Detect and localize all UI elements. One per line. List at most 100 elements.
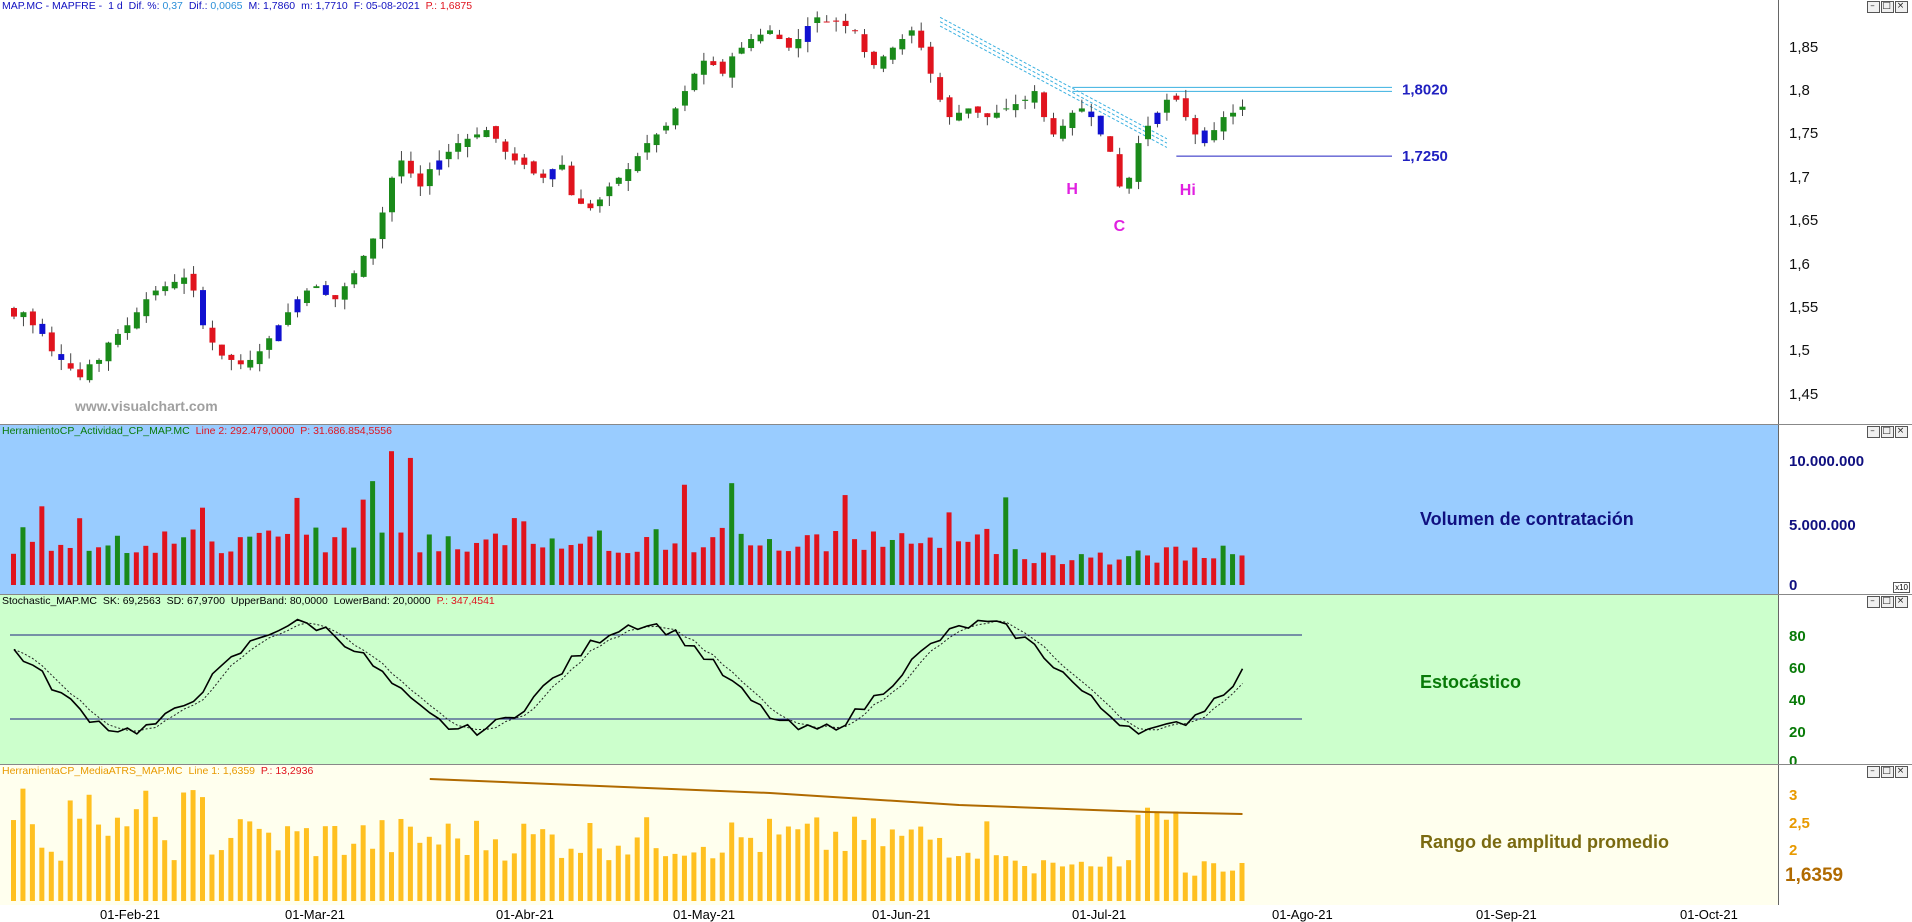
atr-bar — [776, 834, 782, 901]
close-icon[interactable]: × — [1895, 766, 1908, 778]
atr-bar — [1107, 856, 1113, 901]
candle-body — [767, 30, 773, 34]
volume-bar — [181, 537, 187, 585]
atr-bar — [974, 858, 980, 901]
volume-panel[interactable]: HerramientoCP_Actividad_CP_MAP.MC Line 2… — [0, 425, 1912, 595]
price-ytick: 1,45 — [1789, 385, 1819, 403]
volume-bar — [1041, 552, 1047, 585]
atr-bar — [1003, 856, 1009, 901]
volume-bar — [1239, 555, 1245, 585]
volume-line-value: Line 2: 292.479,0000 — [195, 425, 295, 437]
min-label: m: 1,7710 — [301, 0, 348, 12]
volume-bar — [1097, 552, 1103, 585]
atr-bar — [96, 824, 102, 901]
atr-bar — [804, 823, 810, 901]
volume-bar — [625, 553, 631, 585]
price-plot[interactable]: 1,8020 1,7250 H C Hi — [0, 0, 1778, 424]
candle-body — [937, 77, 944, 100]
maximize-icon[interactable]: □ — [1881, 596, 1894, 608]
volume-bar — [1050, 555, 1056, 585]
maximize-icon[interactable]: □ — [1881, 1, 1894, 13]
volume-ytick: 0 — [1789, 577, 1798, 594]
atr-bar — [474, 820, 480, 901]
volume-bar — [1145, 555, 1150, 585]
volume-bar — [672, 543, 678, 585]
atr-bar — [644, 817, 650, 901]
close-icon[interactable]: × — [1895, 1, 1908, 13]
volume-bar — [152, 552, 158, 585]
candle-body — [899, 39, 906, 50]
dif-pct-label: Dif. %: — [128, 0, 160, 12]
volume-bar — [455, 549, 461, 585]
sd-line — [13, 620, 1243, 732]
close-icon[interactable]: × — [1895, 596, 1908, 608]
volume-bar — [559, 548, 565, 585]
minimize-icon[interactable]: – — [1867, 596, 1880, 608]
candle-body — [634, 156, 641, 172]
candle-body — [748, 39, 755, 49]
candlestick-chart[interactable]: 1,8020 1,7250 H C Hi — [0, 0, 1778, 425]
candle-body — [1163, 99, 1170, 113]
atr-bar — [77, 818, 83, 901]
volume-bar — [1107, 564, 1113, 585]
stochastic-y-axis[interactable]: 80 60 40 20 0 — [1778, 595, 1912, 764]
volume-bar — [984, 528, 990, 585]
atr-bar — [530, 834, 536, 901]
volume-bar — [918, 543, 924, 585]
atr-bar — [596, 848, 602, 901]
price-ytick: 1,75 — [1789, 125, 1819, 143]
atr-bar — [757, 851, 763, 901]
close-icon[interactable]: × — [1895, 426, 1908, 438]
atr-y-axis[interactable]: 3 2,5 2 1,6359 — [1778, 765, 1912, 905]
atr-ytick: 2,5 — [1789, 815, 1810, 832]
volume-y-axis[interactable]: 10.000.000 5.000.000 0 x10 — [1778, 425, 1912, 594]
candle-body — [58, 354, 65, 360]
atr-line-value: Line 1: 1,6359 — [188, 765, 255, 777]
volume-bar — [266, 530, 272, 585]
volume-bar — [615, 552, 621, 585]
candle-body — [521, 157, 528, 165]
x-axis-label: 01-Abr-21 — [496, 907, 554, 922]
x-axis-label: 01-Ago-21 — [1272, 907, 1333, 922]
atr-bar — [785, 826, 791, 901]
volume-bar — [360, 499, 366, 585]
minimize-icon[interactable]: – — [1867, 426, 1880, 438]
volume-ytick: 5.000.000 — [1789, 517, 1856, 534]
candle-body — [568, 165, 575, 196]
candle-body — [559, 164, 566, 170]
volume-bar — [889, 539, 895, 585]
atr-bar — [426, 836, 432, 901]
price-panel[interactable]: MAP.MC - MAPFRE - 1 d Dif. %: 0,37 Dif.:… — [0, 0, 1912, 425]
candle-body — [398, 160, 405, 177]
candle-body — [124, 325, 131, 334]
atr-bar — [228, 837, 234, 901]
maximize-icon[interactable]: □ — [1881, 766, 1894, 778]
maximize-icon[interactable]: □ — [1881, 426, 1894, 438]
atr-panel[interactable]: HerramientaCP_MediaATRS_MAP.MC Line 1: 1… — [0, 765, 1912, 905]
stochastic-panel[interactable]: Stochastic_MAP.MC SK: 69,2563 SD: 67,970… — [0, 595, 1912, 765]
stochastic-p: P.: 347,4541 — [436, 595, 495, 607]
atr-bar — [67, 800, 73, 901]
volume-indicator-name: HerramientoCP_Actividad_CP_MAP.MC — [2, 425, 190, 437]
atr-bar — [889, 829, 895, 901]
atr-bar — [1041, 860, 1047, 901]
minimize-icon[interactable]: – — [1867, 1, 1880, 13]
price-ytick: 1,55 — [1789, 298, 1819, 316]
volume-bar — [1022, 559, 1028, 585]
candle-body — [445, 151, 452, 160]
candle-body — [1239, 106, 1246, 110]
candle-body — [946, 97, 953, 118]
atr-bar — [559, 857, 565, 901]
candle-body — [417, 173, 424, 187]
atr-bar — [842, 850, 848, 901]
volume-bar — [1012, 549, 1018, 585]
atr-bar — [162, 840, 168, 901]
pattern-label: C — [1114, 218, 1126, 235]
volume-bar — [568, 545, 574, 585]
candle-body — [823, 21, 830, 23]
x-axis[interactable]: 01-Feb-21 01-Mar-21 01-Abr-21 01-May-21 … — [0, 905, 1912, 922]
price-y-axis[interactable]: 1,85 1,8 1,75 1,7 1,65 1,6 1,55 1,5 1,45 — [1778, 0, 1912, 424]
atr-bar — [313, 856, 319, 901]
volume-bar — [776, 550, 782, 585]
minimize-icon[interactable]: – — [1867, 766, 1880, 778]
